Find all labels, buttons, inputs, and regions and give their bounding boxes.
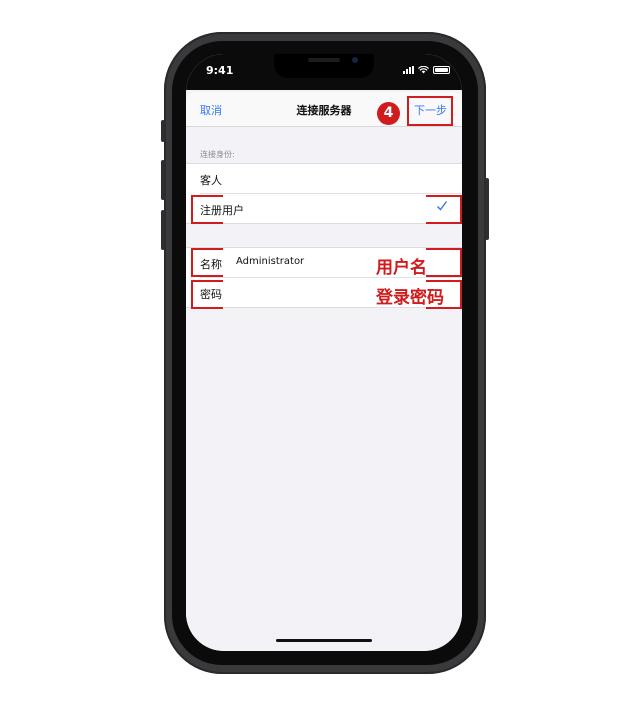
status-time: 9:41 [206,64,234,77]
volume-up-button [161,160,165,200]
identity-option-label: 客人 [200,174,222,187]
home-indicator [276,639,372,642]
screen: 9:41 取消 连接服务器 下一步 连接身份: 客人 注册用户 名称 Admin… [186,54,462,651]
password-annotation: 登录密码 [376,288,444,308]
speaker [308,58,340,62]
name-field[interactable]: Administrator [236,256,304,267]
identity-option-registered-user[interactable]: 注册用户 [200,193,462,223]
status-icons [403,66,450,74]
status-bar: 9:41 [186,54,462,90]
cellular-signal-icon [403,66,414,74]
identity-section-header: 连接身份: [200,150,235,159]
name-highlight-right [426,248,462,277]
registered-user-highlight-right [426,195,462,224]
volume-down-button [161,210,165,250]
registered-user-highlight-left [191,195,223,224]
identity-option-guest[interactable]: 客人 [186,164,462,193]
username-annotation: 用户名 [376,258,427,278]
camera [352,57,358,63]
name-highlight-left [191,248,223,277]
identity-options-group: 客人 注册用户 [186,163,462,224]
password-highlight-left [191,280,223,309]
next-step-highlight [407,96,453,126]
step-number-badge: 4 [377,102,400,125]
battery-icon [433,66,450,74]
power-button [485,178,489,240]
mute-switch [161,120,165,142]
connect-server-sheet: 取消 连接服务器 下一步 连接身份: 客人 注册用户 名称 Administra… [186,92,462,651]
wifi-icon [418,66,429,74]
